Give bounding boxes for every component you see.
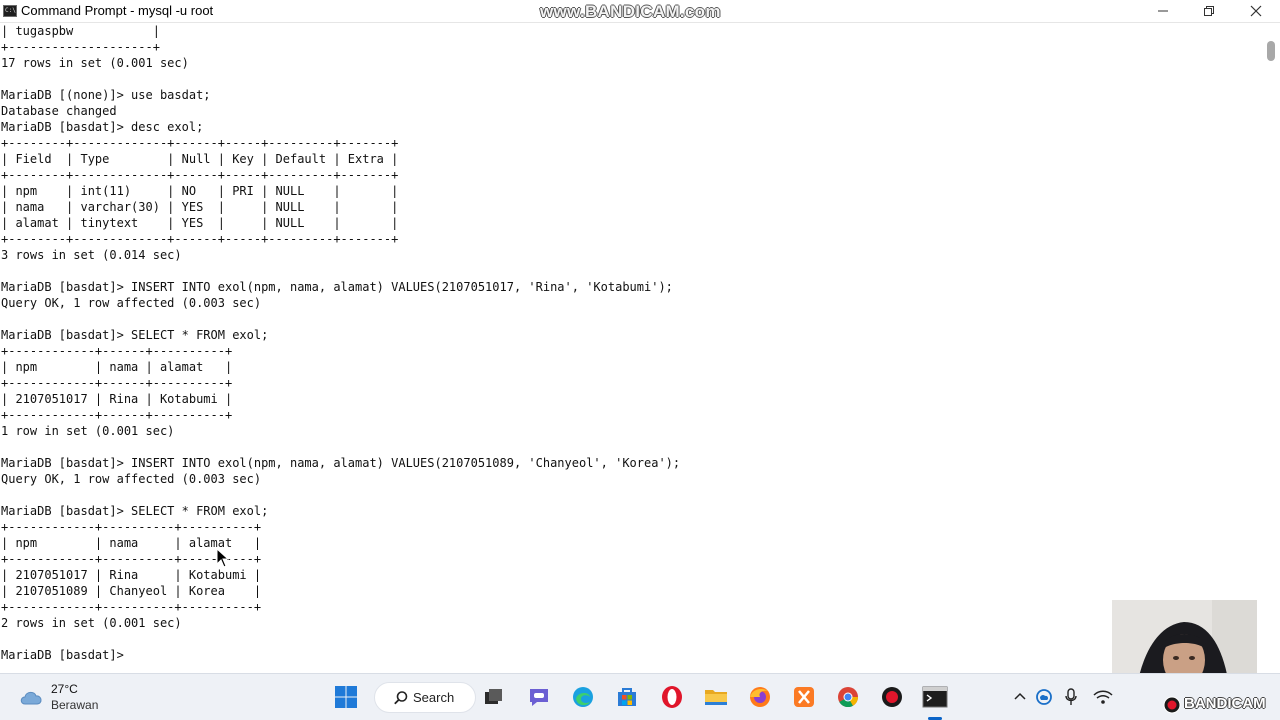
console-line: +--------------------+: [1, 40, 160, 54]
console-output[interactable]: | tugaspbw | +--------------------+ 17 row…: [0, 23, 1262, 673]
wifi-icon[interactable]: [1090, 684, 1116, 710]
close-icon: [1250, 5, 1262, 17]
vertical-scrollbar[interactable]: [1262, 23, 1280, 673]
console-line: +------------+------+----------+: [1, 344, 233, 358]
search-box[interactable]: Search: [374, 682, 476, 713]
maximize-button[interactable]: [1186, 0, 1232, 22]
console-line: | 2107051017 | Rina | Kotabumi |: [1, 392, 233, 406]
console-line: | 2107051017 | Rina | Kotabumi |: [1, 568, 262, 582]
console-line: | npm | int(11) | NO | PRI | NULL | |: [1, 184, 399, 198]
console-line: MariaDB [basdat]> INSERT INTO exol(npm, …: [1, 280, 673, 294]
bandicam-logo-icon: [1163, 696, 1181, 714]
console-line: 2 rows in set (0.001 sec): [1, 616, 182, 630]
bandicam-logo-text: BANDICAM: [1184, 695, 1266, 712]
console-line: MariaDB [basdat]> desc exol;: [1, 120, 204, 134]
console-line: Query OK, 1 row affected (0.003 sec): [1, 296, 262, 310]
console-line: Query OK, 1 row affected (0.003 sec): [1, 472, 262, 486]
console-line: 17 rows in set (0.001 sec): [1, 56, 189, 70]
title-bar: C:\ Command Prompt - mysql -u root www.B…: [0, 0, 1280, 23]
console-text: | tugaspbw | +--------------------+ 17 row…: [1, 23, 680, 663]
console-line: 1 row in set (0.001 sec): [1, 424, 175, 438]
console-line: | alamat | tinytext | YES | | NULL | |: [1, 216, 399, 230]
console-line: 3 rows in set (0.014 sec): [1, 248, 182, 262]
console-line: | npm | nama | alamat |: [1, 360, 233, 374]
minimize-button[interactable]: [1140, 0, 1186, 22]
chevron-up-icon[interactable]: [1007, 684, 1033, 710]
console-line: +------------+------+----------+: [1, 376, 233, 390]
console-line: +------------+----------+----------+: [1, 600, 262, 614]
console-line: MariaDB [(none)]> use basdat;: [1, 88, 211, 102]
console-line: | Field | Type | Null | Key | Default | …: [1, 152, 399, 166]
command-prompt-icon: C:\: [3, 5, 17, 17]
search-icon: [394, 691, 408, 705]
console-line: +--------+-------------+------+-----+---…: [1, 232, 399, 246]
mouse-cursor-icon: [216, 548, 230, 568]
chrome-icon[interactable]: [835, 684, 861, 710]
close-button[interactable]: [1233, 0, 1279, 22]
console-line: +------------+----------+----------+: [1, 520, 262, 534]
onedrive-icon[interactable]: [1031, 684, 1057, 710]
windows-start-icon[interactable]: [333, 684, 359, 710]
firefox-icon[interactable]: [747, 684, 773, 710]
weather-temperature[interactable]: 27°C: [51, 682, 78, 696]
minimize-icon: [1158, 10, 1168, 12]
console-line: +--------+-------------+------+-----+---…: [1, 136, 399, 150]
console-line: MariaDB [basdat]> SELECT * FROM exol;: [1, 504, 269, 518]
console-line: | nama | varchar(30) | YES | | NULL | |: [1, 200, 399, 214]
microsoft-store-icon[interactable]: [614, 684, 640, 710]
teams-chat-icon[interactable]: [526, 684, 552, 710]
console-line: Database changed: [1, 104, 117, 118]
taskbar: 27°C Berawan Search: [0, 673, 1280, 720]
microphone-icon[interactable]: [1058, 684, 1084, 710]
console-line: MariaDB [basdat]> SELECT * FROM exol;: [1, 328, 269, 342]
console-line: | npm | nama | alamat |: [1, 536, 262, 550]
bandicam-record-icon[interactable]: [879, 684, 905, 710]
cloud-weather-icon[interactable]: [18, 686, 46, 708]
restore-icon: [1204, 6, 1214, 16]
console-line: | tugaspbw |: [1, 24, 160, 38]
search-label: Search: [413, 690, 455, 705]
opera-icon[interactable]: [659, 684, 685, 710]
xampp-icon[interactable]: [791, 684, 817, 710]
bandicam-logo: BANDICAM: [1162, 694, 1280, 716]
console-line: MariaDB [basdat]>: [1, 648, 124, 662]
command-prompt-taskbar-icon[interactable]: [922, 684, 948, 710]
scroll-thumb[interactable]: [1267, 41, 1275, 61]
file-explorer-icon[interactable]: [703, 684, 729, 710]
task-view-icon[interactable]: [480, 684, 506, 710]
console-line: | 2107051089 | Chanyeol | Korea |: [1, 584, 262, 598]
window-title: Command Prompt - mysql -u root: [21, 3, 214, 18]
bandicam-watermark: www.BANDICAM.com: [540, 2, 721, 21]
console-line: +------------+------+----------+: [1, 408, 233, 422]
weather-condition[interactable]: Berawan: [51, 698, 98, 712]
edge-icon[interactable]: [570, 684, 596, 710]
console-line: MariaDB [basdat]> INSERT INTO exol(npm, …: [1, 456, 681, 470]
console-line: +------------+----------+----------+: [1, 552, 262, 566]
console-line: +--------+-------------+------+-----+---…: [1, 168, 399, 182]
